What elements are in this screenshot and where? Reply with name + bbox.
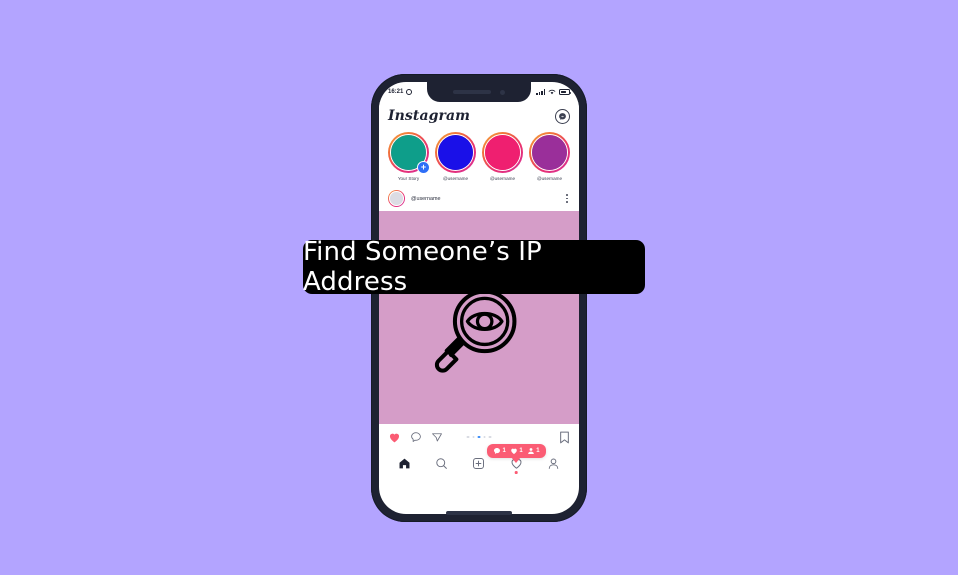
- story-item[interactable]: @username: [528, 132, 571, 181]
- battery-icon: [559, 89, 572, 95]
- home-indicator-bar: [446, 511, 512, 515]
- add-story-badge[interactable]: +: [417, 161, 430, 174]
- stories-tray[interactable]: + Your Story @username @username @userna…: [379, 130, 579, 186]
- activity-notification-dot: [514, 470, 518, 474]
- comment-count-icon: [494, 448, 500, 454]
- like-count-value: 1: [519, 448, 523, 454]
- post-action-bar: 1 1 1: [379, 424, 579, 458]
- instagram-top-bar: Instagram: [379, 102, 579, 130]
- bottom-navigation[interactable]: [379, 450, 579, 480]
- follower-count: 1: [527, 447, 540, 455]
- phone-mockup: 16:21 Instagram + Your Story @username @…: [371, 74, 587, 522]
- nav-profile[interactable]: [547, 457, 560, 470]
- avatar[interactable]: [388, 190, 405, 207]
- title-banner: Find Someone’s IP Address: [303, 237, 645, 297]
- page-title: Find Someone’s IP Address: [303, 237, 542, 297]
- post-actions-right: [559, 431, 570, 444]
- like-count: 1: [510, 447, 523, 455]
- page-dot: [488, 435, 492, 439]
- share-paper-plane-icon[interactable]: [431, 431, 443, 443]
- post-username[interactable]: @username: [411, 196, 558, 202]
- story-ring[interactable]: +: [388, 132, 430, 174]
- phone-screen: 16:21 Instagram + Your Story @username @…: [379, 82, 579, 514]
- story-label: Your Story: [397, 176, 420, 181]
- page-dot-active: [477, 435, 481, 439]
- page-dot: [483, 435, 486, 439]
- carousel-page-dots: [466, 435, 492, 439]
- page-dot: [466, 435, 470, 439]
- story-item[interactable]: @username: [481, 132, 524, 181]
- comment-bubble-icon[interactable]: [410, 431, 422, 443]
- engagement-counts-tooltip: 1 1 1: [487, 444, 546, 458]
- story-avatar: [438, 135, 473, 170]
- add-post-icon: [473, 457, 485, 469]
- home-icon: [399, 458, 410, 468]
- alarm-clock-icon: [406, 89, 413, 95]
- status-bar-left: 16:21: [388, 89, 413, 95]
- heart-count-icon: [511, 448, 517, 454]
- page-dot: [472, 435, 475, 439]
- post-header: @username: [379, 186, 579, 211]
- comment-count-value: 1: [502, 448, 506, 454]
- story-avatar: [485, 135, 520, 170]
- page-background: 16:21 Instagram + Your Story @username @…: [0, 0, 958, 575]
- story-ring[interactable]: [435, 132, 476, 173]
- story-item[interactable]: + Your Story: [387, 132, 430, 181]
- search-icon: [436, 457, 448, 469]
- story-label: @username: [442, 176, 469, 181]
- nav-search[interactable]: [435, 457, 448, 470]
- nav-home[interactable]: [398, 457, 411, 470]
- post-actions-left: [388, 431, 443, 444]
- status-bar-right: [536, 89, 572, 95]
- nav-add-post[interactable]: [472, 457, 485, 470]
- instagram-logo: Instagram: [388, 108, 471, 124]
- status-bar-time: 16:21: [388, 89, 404, 95]
- story-item[interactable]: @username: [434, 132, 477, 181]
- bookmark-icon[interactable]: [559, 431, 570, 444]
- story-label: @username: [489, 176, 516, 181]
- follower-count-icon: [527, 448, 534, 454]
- follower-count-value: 1: [536, 448, 540, 454]
- heart-filled-icon[interactable]: [388, 431, 401, 444]
- wifi-icon: [548, 89, 556, 95]
- comment-count: 1: [493, 447, 506, 455]
- story-ring[interactable]: [529, 132, 570, 173]
- more-options-icon[interactable]: [564, 192, 570, 205]
- profile-icon: [548, 458, 559, 469]
- story-label: @username: [536, 176, 563, 181]
- story-ring[interactable]: [482, 132, 523, 173]
- messenger-icon[interactable]: [555, 108, 570, 124]
- story-avatar: [532, 135, 567, 170]
- status-bar: 16:21: [379, 82, 579, 102]
- cellular-signal-icon: [536, 89, 545, 95]
